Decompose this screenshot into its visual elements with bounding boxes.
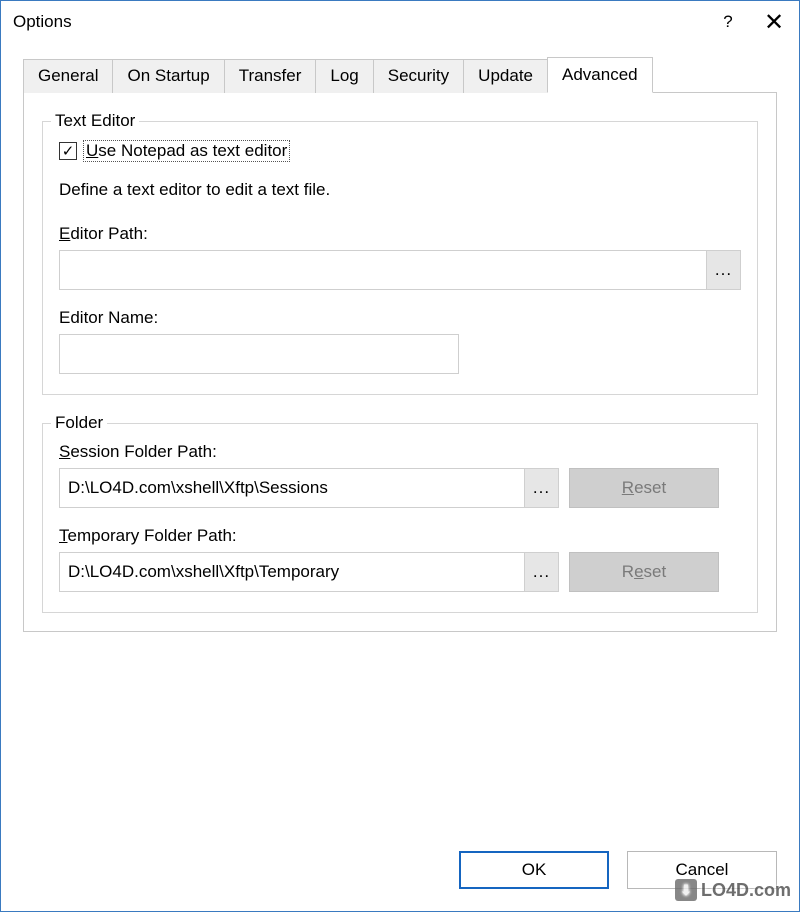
- editor-path-input[interactable]: [60, 251, 706, 289]
- use-notepad-label[interactable]: Use Notepad as text editor: [83, 140, 290, 162]
- group-text-editor: Text Editor ✓ Use Notepad as text editor…: [42, 121, 758, 395]
- temp-folder-input[interactable]: [60, 553, 524, 591]
- dialog-footer: OK Cancel: [1, 851, 799, 911]
- temp-folder-label: Temporary Folder Path:: [59, 526, 741, 546]
- group-title-folder: Folder: [51, 413, 107, 433]
- tab-general[interactable]: General: [23, 59, 113, 93]
- tab-security[interactable]: Security: [373, 59, 464, 93]
- tab-transfer[interactable]: Transfer: [224, 59, 317, 93]
- temp-folder-browse-button[interactable]: ...: [524, 553, 558, 591]
- editor-name-input[interactable]: [59, 334, 459, 374]
- tab-advanced[interactable]: Advanced: [547, 57, 653, 93]
- tab-update[interactable]: Update: [463, 59, 548, 93]
- session-folder-input-wrap: ...: [59, 468, 559, 508]
- titlebar: Options ? ✕: [1, 1, 799, 43]
- editor-path-input-wrap: ...: [59, 250, 741, 290]
- help-button[interactable]: ?: [705, 2, 751, 42]
- temp-folder-reset-button[interactable]: Reset: [569, 552, 719, 592]
- client-area: General On Startup Transfer Log Security…: [1, 43, 799, 911]
- group-folder: Folder Session Folder Path: ... Reset Te…: [42, 423, 758, 613]
- tab-on-startup[interactable]: On Startup: [112, 59, 224, 93]
- group-title-text-editor: Text Editor: [51, 111, 139, 131]
- session-folder-label: Session Folder Path:: [59, 442, 741, 462]
- cancel-button[interactable]: Cancel: [627, 851, 777, 889]
- tabstrip: General On Startup Transfer Log Security…: [23, 57, 777, 93]
- ok-button[interactable]: OK: [459, 851, 609, 889]
- session-folder-browse-button[interactable]: ...: [524, 469, 558, 507]
- session-folder-input[interactable]: [60, 469, 524, 507]
- tab-log[interactable]: Log: [315, 59, 373, 93]
- session-folder-reset-button[interactable]: Reset: [569, 468, 719, 508]
- text-editor-description: Define a text editor to edit a text file…: [59, 180, 741, 200]
- editor-path-label: Editor Path:: [59, 224, 741, 244]
- window-title: Options: [13, 12, 705, 32]
- close-button[interactable]: ✕: [751, 2, 797, 42]
- editor-name-label: Editor Name:: [59, 308, 741, 328]
- temp-folder-input-wrap: ...: [59, 552, 559, 592]
- use-notepad-checkbox[interactable]: ✓: [59, 142, 77, 160]
- options-dialog: Options ? ✕ General On Startup Transfer …: [0, 0, 800, 912]
- editor-path-browse-button[interactable]: ...: [706, 251, 740, 289]
- tab-panel-advanced: Text Editor ✓ Use Notepad as text editor…: [23, 93, 777, 632]
